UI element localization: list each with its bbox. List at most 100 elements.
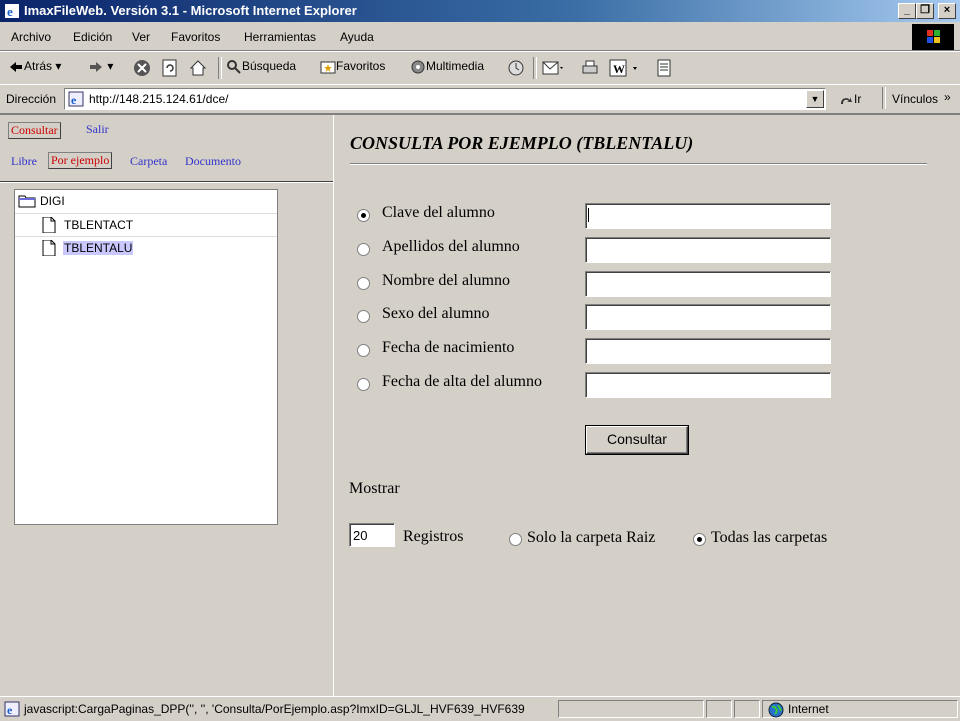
nav-por-ejemplo[interactable]: Por ejemplo [48, 152, 113, 169]
field-row: Sexo del alumno [357, 304, 837, 330]
document-icon [42, 217, 56, 233]
consultar-button[interactable]: Consultar [585, 425, 689, 455]
forward-button[interactable]: ▾ [88, 59, 113, 75]
field-input[interactable] [585, 304, 831, 330]
status-cell [706, 700, 732, 718]
field-radio[interactable] [357, 277, 370, 290]
field-input[interactable] [585, 237, 831, 263]
scope-radio[interactable] [509, 533, 522, 546]
field-radio[interactable] [357, 243, 370, 256]
field-input[interactable] [585, 372, 831, 398]
field-input[interactable] [585, 338, 831, 364]
field-radio[interactable] [357, 344, 370, 357]
nav-salir[interactable]: Salir [86, 122, 109, 137]
field-row: Fecha de nacimiento [357, 338, 837, 364]
radio-selected-dot [361, 213, 366, 218]
menu-ver[interactable]: Ver [132, 30, 150, 44]
back-button[interactable]: Atrás ▾ [8, 59, 61, 75]
field-row: Apellidos del alumno [357, 237, 837, 263]
multimedia-label: Multimedia [426, 59, 485, 74]
field-label: Apellidos del alumno [382, 238, 520, 255]
links-chevron-icon[interactable]: » [944, 90, 951, 104]
home-icon[interactable] [189, 59, 207, 77]
mail-icon[interactable] [542, 59, 564, 77]
history-icon[interactable] [507, 59, 525, 77]
field-row: Fecha de alta del alumno [357, 372, 837, 398]
scope-radio[interactable] [693, 533, 706, 546]
globe-icon [768, 702, 784, 718]
tree-root-label: DIGI [40, 194, 65, 208]
go-button[interactable]: Ir [838, 92, 861, 108]
menu-bar: Archivo Edición Ver Favoritos Herramient… [0, 22, 960, 51]
status-text: javascript:CargaPaginas_DPP('', '', 'Con… [24, 702, 525, 716]
field-label: Clave del alumno [382, 204, 495, 221]
records-input[interactable]: 20 [349, 523, 395, 547]
divider [0, 181, 333, 183]
tree-item-label: TBLENTACT [64, 218, 134, 232]
back-label: Atrás [24, 59, 53, 74]
svg-text:e: e [7, 703, 13, 717]
field-input[interactable] [585, 203, 831, 229]
content-area: Consultar Salir Libre Por ejemplo Carpet… [0, 113, 960, 696]
status-progress-cell [558, 700, 704, 718]
menu-archivo[interactable]: Archivo [11, 30, 51, 44]
print-icon[interactable] [581, 59, 599, 77]
maximize-button[interactable]: ❐ [916, 3, 934, 19]
minimize-button[interactable]: _ [898, 3, 916, 19]
document-icon [42, 240, 56, 256]
back-arrow-icon [10, 62, 22, 72]
nav-libre[interactable]: Libre [11, 154, 37, 169]
svg-text:W: W [613, 62, 625, 76]
field-radio[interactable] [357, 209, 370, 222]
menu-edicion[interactable]: Edición [73, 30, 112, 44]
field-row: Nombre del alumno [357, 271, 837, 297]
standard-toolbar: Atrás ▾ ▾ Búsqueda Favoritos Multimedia … [0, 51, 960, 85]
nav-carpeta[interactable]: Carpeta [130, 154, 167, 169]
address-url: http://148.215.124.61/dce/ [89, 92, 229, 106]
favorites-icon [320, 61, 336, 74]
scope-label: Solo la carpeta Raiz [527, 529, 656, 546]
links-button[interactable]: Vínculos [892, 92, 938, 106]
address-input[interactable]: e http://148.215.124.61/dce/ ▼ [64, 88, 826, 110]
favorites-button[interactable]: Favoritos [320, 59, 385, 75]
stop-icon[interactable] [133, 59, 151, 77]
favorites-label: Favoritos [336, 59, 386, 74]
nav-consultar[interactable]: Consultar [8, 122, 61, 139]
tree-item-selected[interactable]: TBLENTALU [15, 237, 277, 259]
edit-icon[interactable]: W [609, 59, 639, 77]
search-button[interactable]: Búsqueda [226, 59, 296, 75]
multimedia-icon [411, 60, 425, 74]
search-label: Búsqueda [242, 59, 297, 74]
field-input[interactable] [585, 271, 831, 297]
forward-arrow-icon [90, 62, 102, 72]
field-radio[interactable] [357, 310, 370, 323]
status-cell [734, 700, 760, 718]
title-bar: e ImaxFileWeb. Versión 3.1 - Microsoft I… [0, 0, 960, 22]
menu-favoritos[interactable]: Favoritos [171, 30, 220, 44]
show-label: Mostrar [349, 480, 400, 497]
refresh-icon[interactable] [161, 59, 179, 77]
close-button[interactable]: × [938, 3, 956, 19]
windows-logo-icon [912, 24, 954, 50]
discuss-icon[interactable] [655, 59, 673, 77]
svg-text:e: e [7, 4, 13, 19]
tree-item[interactable]: TBLENTACT [15, 213, 277, 237]
svg-text:e: e [71, 93, 77, 107]
menu-ayuda[interactable]: Ayuda [340, 30, 374, 44]
records-label: Registros [403, 528, 464, 545]
address-dropdown-button[interactable]: ▼ [806, 90, 824, 108]
search-icon [227, 60, 241, 74]
field-label: Nombre del alumno [382, 272, 510, 289]
multimedia-button[interactable]: Multimedia [410, 59, 484, 75]
field-label: Fecha de alta del alumno [382, 373, 542, 390]
status-bar: e javascript:CargaPaginas_DPP('', '', 'C… [0, 696, 960, 721]
status-zone: Internet [788, 702, 829, 716]
go-label: Ir [854, 92, 862, 107]
page-status-icon: e [4, 701, 20, 717]
nav-documento[interactable]: Documento [185, 154, 241, 169]
field-radio[interactable] [357, 378, 370, 391]
tree-root[interactable]: DIGI [15, 190, 277, 212]
radio-selected-dot [697, 537, 702, 542]
left-frame: Consultar Salir Libre Por ejemplo Carpet… [0, 115, 335, 696]
menu-herramientas[interactable]: Herramientas [244, 30, 316, 44]
